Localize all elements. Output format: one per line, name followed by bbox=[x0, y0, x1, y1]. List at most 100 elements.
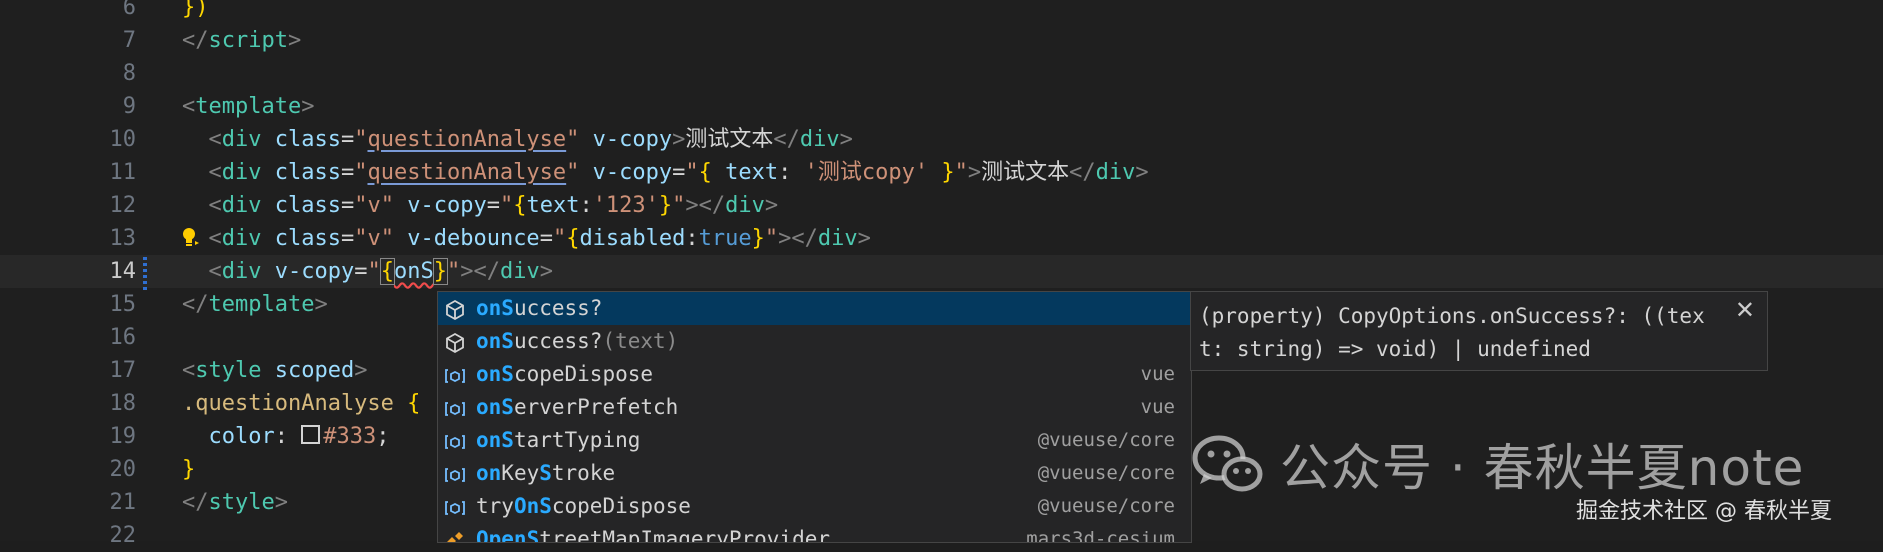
code-token: 测试文本 bbox=[685, 127, 774, 152]
code-token: questionAnalyse bbox=[367, 127, 567, 152]
code-token: script bbox=[208, 28, 288, 53]
code-line[interactable]: 9 <template> bbox=[0, 90, 1883, 123]
line-number: 21 bbox=[109, 490, 137, 515]
line-number: 18 bbox=[109, 391, 137, 416]
code-token: < bbox=[182, 94, 196, 119]
color-swatch-icon[interactable] bbox=[301, 425, 321, 444]
code-token: .questionAnalyse bbox=[182, 391, 394, 416]
code-token: </ bbox=[182, 292, 209, 317]
line-code[interactable]: } bbox=[182, 453, 195, 486]
code-token: " bbox=[354, 160, 368, 185]
suggest-item[interactable]: onServerPrefetch vue bbox=[438, 391, 1191, 424]
line-code[interactable]: <div class="v" v-copy="{text:'123'}"></d… bbox=[182, 189, 778, 222]
code-token: : bbox=[685, 226, 699, 251]
code-token: style bbox=[208, 490, 275, 515]
suggest-item[interactable]: OpenStreetMapImageryProvider mars3d-cesiu… bbox=[438, 523, 1191, 543]
code-token: class bbox=[261, 193, 341, 218]
code-token: } bbox=[182, 457, 196, 482]
suggest-item-source: @vueuse/core bbox=[1037, 495, 1175, 517]
line-number: 16 bbox=[109, 325, 137, 350]
suggest-item-source: vue bbox=[1140, 396, 1175, 418]
code-token: true bbox=[698, 226, 752, 251]
suggest-item-label: onStartTyping bbox=[476, 428, 641, 452]
code-line[interactable]: 10 <div class="questionAnalyse" v-copy>测… bbox=[0, 123, 1883, 156]
code-token: class bbox=[261, 127, 341, 152]
code-token: = bbox=[672, 160, 686, 185]
code-token: div bbox=[221, 226, 262, 251]
code-token: template bbox=[208, 292, 315, 317]
code-token: > bbox=[672, 127, 686, 152]
code-line[interactable]: 13 <div class="v" v-debounce="{disabled:… bbox=[0, 222, 1883, 255]
suggest-item[interactable]: onScopeDispose vue bbox=[438, 358, 1191, 391]
code-token: 测试文本 bbox=[981, 160, 1070, 185]
suggest-item-label: onSuccess? bbox=[476, 296, 603, 320]
suggest-item-label: onKeyStroke bbox=[476, 461, 616, 485]
line-code[interactable]: </script> bbox=[182, 24, 301, 57]
suggest-item[interactable]: onStartTyping @vueuse/core bbox=[438, 424, 1191, 457]
code-token: '测试copy' bbox=[804, 160, 929, 185]
code-token: v-copy bbox=[579, 127, 673, 152]
line-code[interactable]: </template> bbox=[182, 288, 328, 321]
suggest-widget[interactable]: onSuccess? onSuccess?(text) onScopeDispose… bbox=[437, 291, 1192, 543]
line-code[interactable]: <div class="questionAnalyse" v-copy>测试文本… bbox=[182, 123, 852, 156]
line-code[interactable]: <div class="v" v-debounce="{disabled:tru… bbox=[182, 222, 870, 255]
code-token: }) bbox=[182, 0, 209, 20]
code-token: v-copy bbox=[579, 160, 673, 185]
suggest-item[interactable]: onSuccess?(text) bbox=[438, 325, 1191, 358]
property-icon bbox=[444, 298, 466, 321]
code-token: #333 bbox=[323, 424, 377, 449]
code-token: { bbox=[566, 226, 580, 251]
code-token: = bbox=[340, 226, 355, 251]
line-code[interactable]: </style> bbox=[182, 486, 288, 519]
variable-icon bbox=[444, 463, 466, 485]
code-token: : bbox=[579, 193, 593, 218]
property-icon bbox=[444, 331, 466, 354]
code-token: = bbox=[340, 160, 355, 185]
code-line[interactable]: 11 <div class="questionAnalyse" v-copy="… bbox=[0, 156, 1883, 189]
suggest-item-label: OpenStreetMapImageryProvider bbox=[476, 527, 831, 543]
code-token: ></ bbox=[778, 226, 818, 251]
line-code[interactable]: .questionAnalyse { bbox=[182, 387, 420, 420]
line-code[interactable]: }) bbox=[182, 0, 209, 24]
code-token: div bbox=[221, 259, 262, 284]
close-icon[interactable]: ✕ bbox=[1735, 296, 1755, 324]
line-number: 11 bbox=[109, 160, 137, 185]
lightbulb-icon[interactable] bbox=[180, 226, 202, 248]
line-code[interactable]: <div v-copy="{onS}"></div> bbox=[182, 255, 553, 288]
code-token: template bbox=[195, 94, 302, 119]
line-code[interactable]: <style scoped> bbox=[182, 354, 367, 387]
code-token: } bbox=[928, 160, 955, 185]
line-code[interactable]: <template> bbox=[182, 90, 314, 123]
suggest-item[interactable]: onKeyStroke @vueuse/core bbox=[438, 457, 1191, 490]
watermark-subtext: 掘金技术社区 @ 春秋半夏 bbox=[1576, 499, 1832, 524]
code-token: : bbox=[274, 424, 302, 449]
line-code[interactable]: <div class="questionAnalyse" v-copy="{ t… bbox=[182, 156, 1148, 189]
code-token: { bbox=[698, 160, 712, 185]
code-line[interactable]: 7 </script> bbox=[0, 24, 1883, 57]
code-token: ; bbox=[376, 424, 390, 449]
suggest-item-source: @vueuse/core bbox=[1037, 462, 1175, 484]
code-token: { bbox=[379, 258, 395, 285]
code-token: </ bbox=[773, 127, 800, 152]
code-token: " bbox=[354, 127, 368, 152]
suggest-item[interactable]: tryOnScopeDispose @vueuse/core bbox=[438, 490, 1191, 523]
code-token: { bbox=[393, 391, 421, 416]
code-token: div bbox=[499, 259, 540, 284]
suggest-item[interactable]: onSuccess? bbox=[438, 292, 1191, 325]
line-code[interactable]: color: #333; bbox=[182, 420, 389, 453]
line-number: 6 bbox=[122, 0, 136, 20]
code-token: < bbox=[182, 160, 222, 185]
code-line[interactable]: 8 bbox=[0, 57, 1883, 90]
line-number: 13 bbox=[109, 226, 137, 251]
code-token: < bbox=[182, 193, 222, 218]
code-token: " bbox=[764, 226, 779, 251]
code-line[interactable]: 12 <div class="v" v-copy="{text:'123'}">… bbox=[0, 189, 1883, 222]
suggest-item-label: tryOnScopeDispose bbox=[476, 494, 691, 518]
suggest-item-label: onScopeDispose bbox=[476, 362, 654, 386]
code-line[interactable]: 6}) bbox=[0, 0, 1883, 24]
code-line[interactable]: 14 <div v-copy="{onS}"></div> bbox=[0, 255, 1883, 288]
variable-icon bbox=[444, 430, 466, 452]
suggest-item-label: onSuccess?(text) bbox=[476, 329, 679, 353]
code-token: ></ bbox=[685, 193, 726, 218]
code-token: class bbox=[261, 160, 341, 185]
